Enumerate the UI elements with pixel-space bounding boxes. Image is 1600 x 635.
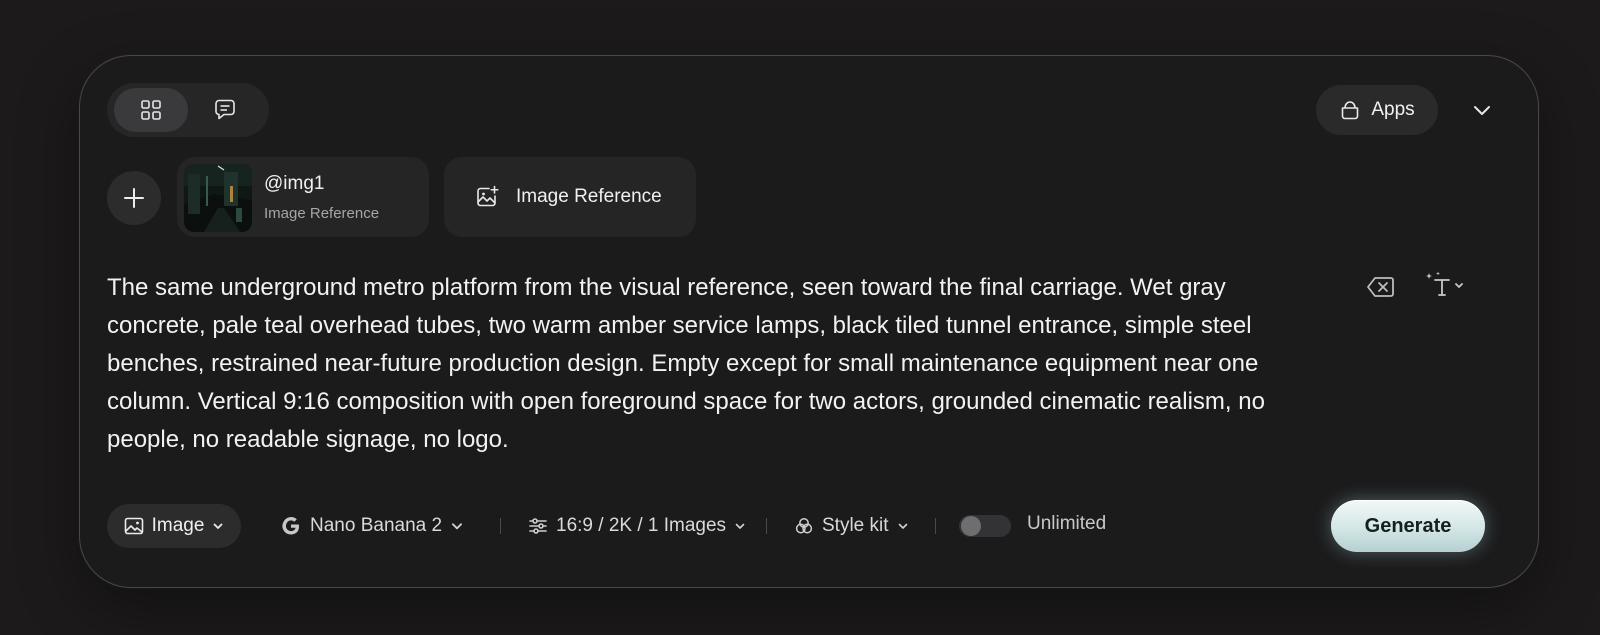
sparkle-text-icon [1426, 271, 1463, 296]
chevron-down-icon [1474, 106, 1490, 115]
view-mode-toggle [107, 83, 269, 137]
generate-button[interactable]: Generate [1331, 500, 1485, 552]
style-circles-icon [795, 518, 813, 534]
image-reference-label: Image Reference [516, 186, 662, 207]
reference-tag: @img1 [264, 173, 325, 194]
toolbar-divider [500, 518, 501, 534]
grid-view-button[interactable] [114, 88, 188, 132]
chat-bubble-icon [215, 99, 235, 120]
clear-prompt-button[interactable] [1364, 270, 1398, 304]
prompt-input[interactable]: The same underground metro platform from… [107, 269, 1327, 459]
style-kit-dropdown[interactable]: Style kit [794, 504, 909, 548]
generation-settings-label: 16:9 / 2K / 1 Images [556, 515, 727, 536]
unlimited-label: Unlimited [1027, 513, 1107, 534]
chevron-down-icon [452, 523, 463, 530]
prompt-composer-panel: Apps @img1 Image Reference Image Referen… [79, 55, 1539, 588]
chevron-down-icon [214, 523, 223, 529]
unlimited-toggle[interactable] [959, 515, 1011, 537]
bag-icon [1342, 101, 1359, 120]
image-icon [124, 517, 143, 535]
chevron-down-icon [735, 523, 745, 529]
backspace-clear-icon [1367, 277, 1394, 297]
apps-label: Apps [1371, 99, 1415, 120]
text-enhance-button[interactable] [1424, 268, 1470, 302]
generation-type-dropdown[interactable]: Image [107, 504, 241, 548]
metro-platform-thumbnail [184, 164, 252, 232]
apps-button[interactable]: Apps [1316, 85, 1438, 135]
chevron-down-icon [898, 523, 907, 529]
toolbar-divider [935, 518, 936, 534]
model-label: Nano Banana 2 [310, 515, 443, 536]
generation-settings-dropdown[interactable]: 16:9 / 2K / 1 Images [528, 504, 746, 548]
chat-view-button[interactable] [188, 88, 262, 132]
toolbar-divider [766, 518, 767, 534]
reference-type: Image Reference [264, 205, 380, 222]
add-image-reference-button[interactable]: Image Reference [444, 157, 696, 237]
style-kit-label: Style kit [822, 515, 889, 536]
reference-card-img1[interactable]: @img1 Image Reference [177, 157, 429, 237]
generation-type-label: Image [151, 515, 205, 536]
plus-icon [124, 188, 144, 208]
image-add-icon [477, 185, 499, 207]
collapse-button[interactable] [1464, 92, 1500, 128]
sliders-icon [529, 518, 547, 534]
toggle-knob [961, 516, 981, 536]
grid-icon [141, 100, 161, 120]
model-dropdown[interactable]: Nano Banana 2 [280, 504, 464, 548]
add-reference-button[interactable] [107, 171, 161, 225]
google-g-icon [282, 517, 299, 535]
